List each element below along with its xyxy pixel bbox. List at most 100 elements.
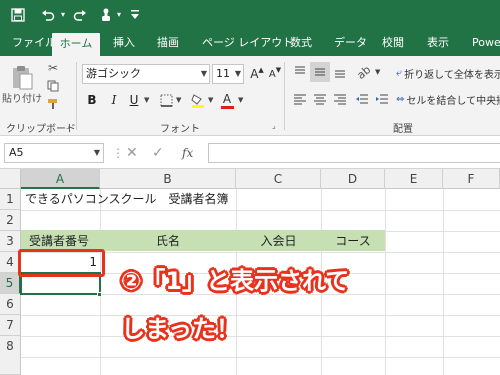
shrink-font-label: A (268, 68, 276, 80)
select-all-corner[interactable] (0, 169, 21, 189)
tab-draw[interactable]: 描画 (155, 30, 181, 56)
wrap-text-button[interactable]: ⤶ 折り返して全体を表示 (396, 64, 500, 82)
tab-power[interactable]: Power (470, 30, 500, 56)
chevron-down-icon: ▼ (234, 69, 241, 78)
column-header-d[interactable]: D (321, 169, 385, 189)
orientation-icon[interactable]: ab (354, 62, 374, 82)
font-group-label: フォント (160, 124, 200, 135)
increase-indent-icon[interactable] (372, 90, 392, 110)
row-header-5[interactable]: 5 (0, 273, 21, 294)
copy-icon[interactable] (44, 78, 62, 94)
name-box-value: A5 (9, 146, 24, 159)
touch-dropdown-icon[interactable]: ▾ (114, 5, 124, 25)
tab-formulas[interactable]: 数式 (288, 30, 314, 56)
chevron-down-icon[interactable]: ▼ (238, 96, 243, 104)
chevron-down-icon[interactable]: ▼ (375, 68, 380, 76)
redo-icon[interactable] (70, 5, 90, 25)
row-header-1[interactable]: 1 (0, 189, 21, 210)
tab-insert[interactable]: 挿入 (111, 30, 137, 56)
group-divider (284, 62, 285, 130)
underline-button[interactable]: U (124, 90, 144, 110)
font-color-button[interactable]: A (218, 90, 236, 110)
align-right-icon[interactable] (330, 90, 350, 110)
tab-home[interactable]: ホーム (52, 33, 100, 56)
chevron-down-icon: ▼ (93, 148, 100, 157)
font-color-swatch (220, 105, 234, 109)
column-header-e[interactable]: E (385, 169, 443, 189)
cut-icon[interactable]: ✂ (44, 60, 62, 76)
row-header-2[interactable]: 2 (0, 210, 21, 231)
row-header-3[interactable]: 3 (0, 231, 21, 252)
gridline (21, 210, 500, 211)
grow-font-button[interactable]: A ▲ (248, 64, 266, 84)
column-header-f[interactable]: F (443, 169, 500, 189)
align-top-icon[interactable] (290, 62, 310, 82)
save-icon[interactable] (8, 5, 28, 25)
cell-b3[interactable]: 氏名 (100, 231, 236, 252)
align-left-icon[interactable] (290, 90, 310, 110)
gridline (21, 357, 500, 358)
cell-d3[interactable]: コース (321, 231, 385, 252)
font-color-label: A (222, 91, 232, 106)
align-middle-icon[interactable] (310, 62, 330, 82)
shrink-font-button[interactable]: A ▼ (266, 64, 284, 84)
cell-a1[interactable]: できるパソコンスクール 受講者名簿 (25, 189, 229, 210)
gridline (21, 315, 500, 316)
grow-font-label: A (250, 67, 259, 81)
enter-icon[interactable]: ✓ (152, 145, 164, 161)
font-size-value: 11 (216, 67, 230, 80)
ribbon: 貼り付け ✂ クリップボード ⌟ 游ゴシック ▼ 11 ▼ A ▲ A ▼ B I … (0, 56, 500, 136)
row-header-8[interactable]: 8 (0, 336, 21, 375)
merge-center-icon: ⇔ (396, 93, 405, 105)
chevron-down-icon: ▼ (200, 69, 207, 78)
format-painter-icon[interactable] (44, 96, 62, 112)
more-options-icon[interactable]: ⋮ (112, 145, 124, 161)
borders-icon[interactable] (156, 90, 176, 110)
callout-line-2: しまった！ (121, 315, 241, 343)
cell-c3[interactable]: 入会日 (236, 231, 321, 252)
column-header-c[interactable]: C (236, 169, 321, 189)
decrease-indent-icon[interactable] (352, 90, 372, 110)
align-center-icon[interactable] (310, 90, 330, 110)
gridline (385, 189, 386, 375)
tab-data[interactable]: データ (332, 30, 369, 56)
customize-icon[interactable] (128, 5, 142, 25)
touch-mode-icon[interactable] (96, 5, 116, 25)
formula-input[interactable] (208, 143, 500, 163)
tab-page-layout[interactable]: ページ レイアウト (200, 30, 295, 56)
paste-label: 貼り付け (2, 93, 42, 105)
bold-button[interactable]: B (82, 90, 102, 110)
column-header-a[interactable]: A (21, 169, 100, 189)
font-name-value: 游ゴシック (86, 67, 141, 80)
undo-icon[interactable] (38, 5, 58, 25)
cancel-icon[interactable]: ✕ (126, 145, 138, 161)
row-header-6[interactable]: 6 (0, 294, 21, 315)
font-size-box[interactable]: 11 ▼ (212, 64, 244, 84)
tab-file[interactable]: ファイル (10, 30, 58, 56)
chevron-down-icon[interactable]: ▼ (176, 96, 181, 104)
wrap-text-label: 折り返して全体を表示 (404, 69, 500, 81)
font-name-box[interactable]: 游ゴシック ▼ (82, 64, 210, 84)
alignment-group-label: 配置 (393, 124, 413, 135)
chevron-down-icon[interactable]: ▼ (208, 96, 213, 104)
clipboard-launcher-icon[interactable]: ⌟ (66, 121, 70, 130)
fill-handle[interactable] (97, 292, 102, 297)
font-launcher-icon[interactable]: ⌟ (272, 121, 276, 130)
column-header-b[interactable]: B (100, 169, 236, 189)
formula-bar: A5 ▼ ⋮ ✕ ✓ fx (0, 137, 500, 169)
tab-review[interactable]: 校閲 (380, 30, 406, 56)
italic-button[interactable]: I (104, 90, 124, 110)
paste-icon (13, 65, 33, 89)
align-bottom-icon[interactable] (330, 62, 350, 82)
row-header-7[interactable]: 7 (0, 315, 21, 336)
paste-button[interactable]: 貼り付け (2, 60, 42, 108)
merge-center-button[interactable]: ⇔ セルを結合して中央揃 (396, 90, 500, 108)
undo-dropdown-icon[interactable]: ▾ (58, 5, 68, 25)
ribbon-tabs: ファイル ホーム 挿入 描画 ページ レイアウト 数式 データ 校閲 表示 Po… (0, 30, 500, 56)
chevron-down-icon[interactable]: ▼ (144, 96, 149, 104)
wrap-text-icon: ⤶ (396, 66, 403, 79)
tab-view[interactable]: 表示 (425, 30, 451, 56)
name-box[interactable]: A5 ▼ (4, 143, 104, 163)
insert-function-icon[interactable]: fx (182, 145, 193, 161)
fill-color-icon[interactable] (188, 90, 208, 110)
